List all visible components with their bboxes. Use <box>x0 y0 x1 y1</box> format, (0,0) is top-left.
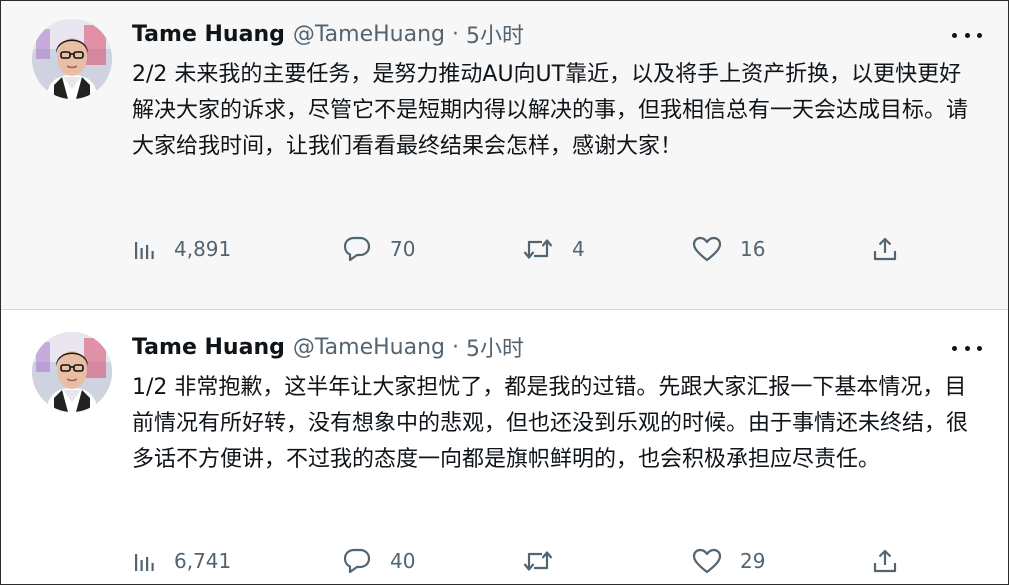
reply-count: 70 <box>390 237 416 261</box>
analytics-icon <box>135 554 154 571</box>
author-handle[interactable]: @TameHuang <box>293 22 445 47</box>
reply-button[interactable]: 70 <box>342 234 415 264</box>
heart-icon <box>692 548 722 574</box>
share-button[interactable] <box>872 546 898 576</box>
separator-dot: · <box>451 21 459 47</box>
retweet-icon <box>523 551 553 571</box>
separator-dot: · <box>451 334 459 360</box>
author-name[interactable]: Tame Huang <box>132 22 285 47</box>
share-button[interactable] <box>872 234 898 264</box>
reply-icon <box>343 236 371 262</box>
retweet-count: 4 <box>572 237 585 261</box>
retweet-button[interactable] <box>522 546 572 576</box>
more-icon[interactable] <box>952 25 982 45</box>
tweet[interactable]: Tame Huang @TameHuang · 5小时 1/2 非常抱歉，这半年… <box>1 310 1008 584</box>
like-button[interactable]: 16 <box>692 234 765 264</box>
avatar[interactable] <box>32 19 112 99</box>
timestamp[interactable]: 5小时 <box>466 331 524 363</box>
tweet-header: Tame Huang @TameHuang · 5小时 <box>132 331 524 363</box>
avatar-image <box>32 332 112 412</box>
like-count: 16 <box>740 237 766 261</box>
reply-count: 40 <box>390 549 416 573</box>
tweet-actions: 4,891 70 4 16 <box>132 234 912 264</box>
reply-button[interactable]: 40 <box>342 546 415 576</box>
tweet-header: Tame Huang @TameHuang · 5小时 <box>132 18 524 50</box>
tweet-text: 2/2 未来我的主要任务，是努力推动AU向UT靠近，以及将手上资产折换，以更快更… <box>132 62 969 159</box>
author-name[interactable]: Tame Huang <box>132 335 285 360</box>
retweet-icon <box>523 239 553 259</box>
share-icon <box>873 237 897 261</box>
timeline: Tame Huang @TameHuang · 5小时 2/2 未来我的主要任务… <box>0 0 1009 585</box>
tweet-text: 1/2 非常抱歉，这半年让大家担忧了，都是我的过错。先跟大家汇报一下基本情况，目… <box>132 375 969 472</box>
like-button[interactable]: 29 <box>692 546 765 576</box>
tweet-actions: 6,741 40 29 <box>132 546 912 576</box>
timestamp[interactable]: 5小时 <box>466 18 524 50</box>
views-count: 6,741 <box>174 549 232 573</box>
reply-icon <box>343 548 371 574</box>
like-count: 29 <box>740 549 766 573</box>
avatar[interactable] <box>32 332 112 412</box>
avatar-image <box>32 19 112 99</box>
more-icon[interactable] <box>952 338 982 358</box>
author-handle[interactable]: @TameHuang <box>293 335 445 360</box>
views-count: 4,891 <box>174 237 232 261</box>
analytics-icon <box>135 242 154 259</box>
views-button[interactable]: 4,891 <box>132 234 231 264</box>
retweet-button[interactable]: 4 <box>522 234 585 264</box>
share-icon <box>873 549 897 573</box>
views-button[interactable]: 6,741 <box>132 546 231 576</box>
heart-icon <box>692 236 722 262</box>
tweet[interactable]: Tame Huang @TameHuang · 5小时 2/2 未来我的主要任务… <box>1 1 1008 309</box>
